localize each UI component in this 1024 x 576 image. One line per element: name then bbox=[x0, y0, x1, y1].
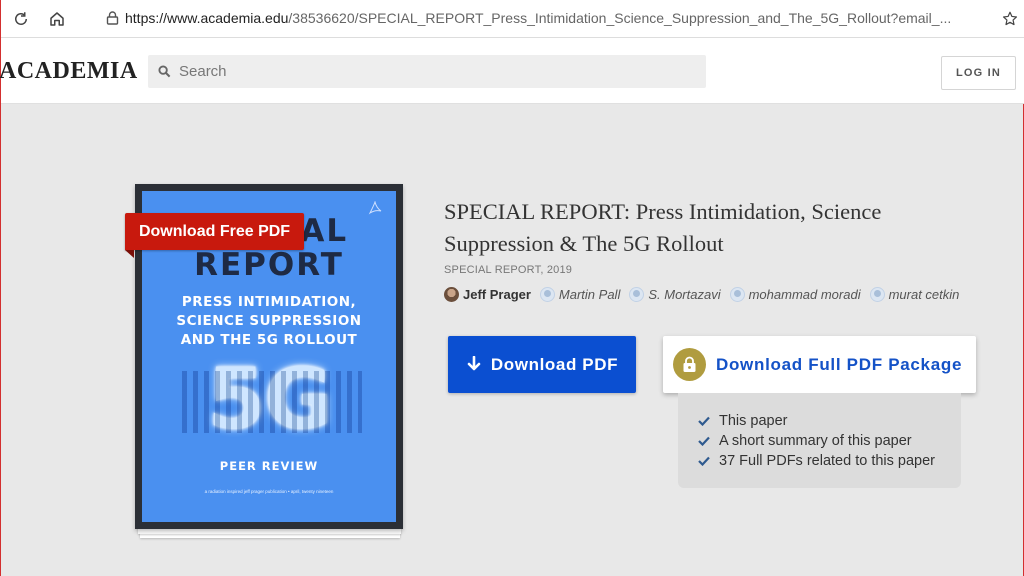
author-list: Jeff Prager Martin Pall S. Mortazavi moh… bbox=[444, 285, 968, 303]
url-path: /38536620/SPECIAL_REPORT_Press_Intimidat… bbox=[288, 10, 952, 26]
site-header: ACADEMIA LOG IN bbox=[0, 38, 1024, 104]
search-icon bbox=[156, 64, 172, 80]
avatar bbox=[729, 286, 745, 302]
download-pdf-label: Download PDF bbox=[490, 354, 619, 374]
list-item-label: A short summary of this paper bbox=[719, 433, 912, 449]
reload-icon[interactable] bbox=[8, 6, 34, 32]
login-button[interactable]: LOG IN bbox=[941, 56, 1016, 90]
paper-meta: SPECIAL REPORT, 2019 bbox=[444, 264, 573, 276]
cover-subtitle: PRESS INTIMIDATION, SCIENCE SUPPRESSION … bbox=[142, 293, 396, 350]
download-arrow-icon bbox=[466, 356, 482, 373]
download-package-label: Download Full PDF Package bbox=[716, 354, 963, 374]
avatar bbox=[539, 286, 555, 302]
avatar bbox=[869, 286, 885, 302]
cover-city-texture bbox=[182, 371, 362, 433]
check-icon bbox=[698, 456, 712, 466]
author-link[interactable]: murat cetkin bbox=[869, 286, 960, 302]
download-free-pdf-badge[interactable]: Download Free PDF bbox=[125, 213, 304, 250]
cover-subtitle-line: SCIENCE SUPPRESSION bbox=[176, 313, 362, 329]
search-bar[interactable] bbox=[148, 55, 706, 88]
author-name: Jeff Prager bbox=[463, 286, 531, 302]
url-host: https://www.academia.edu bbox=[125, 10, 289, 26]
author-name: S. Mortazavi bbox=[648, 286, 721, 302]
author-link[interactable]: Jeff Prager bbox=[444, 286, 531, 302]
author-name: Martin Pall bbox=[558, 286, 621, 302]
lock-icon[interactable] bbox=[99, 11, 125, 25]
academia-logo[interactable]: ACADEMIA bbox=[0, 58, 138, 85]
search-input[interactable] bbox=[179, 63, 679, 80]
avatar bbox=[444, 286, 459, 302]
cover-peer-review: PEER REVIEW bbox=[219, 459, 319, 473]
address-bar[interactable]: https://www.academia.edu/38536620/SPECIA… bbox=[93, 4, 993, 32]
cover-title-line2: REPORT bbox=[194, 247, 344, 283]
list-item: This paper bbox=[698, 411, 961, 431]
url-text: https://www.academia.edu/38536620/SPECIA… bbox=[125, 10, 975, 26]
author-link[interactable]: S. Mortazavi bbox=[629, 286, 721, 302]
home-icon[interactable] bbox=[44, 6, 70, 32]
bookmark-star-icon[interactable] bbox=[999, 8, 1021, 30]
browser-toolbar: https://www.academia.edu/38536620/SPECIA… bbox=[1, 0, 1024, 38]
download-pdf-button[interactable]: Download PDF bbox=[448, 336, 636, 393]
badge-fold bbox=[125, 250, 134, 258]
list-item-label: 37 Full PDFs related to this paper bbox=[719, 453, 935, 469]
check-icon bbox=[698, 436, 712, 446]
check-icon bbox=[698, 416, 712, 426]
list-item-label: This paper bbox=[719, 413, 788, 429]
cover-footer-text: a radiation inspired jeff prager publica… bbox=[204, 489, 334, 494]
paper-title: SPECIAL REPORT: Press Intimidation, Scie… bbox=[444, 199, 882, 256]
author-name: mohammad moradi bbox=[748, 286, 861, 302]
avatar bbox=[629, 286, 645, 302]
list-item: 37 Full PDFs related to this paper bbox=[698, 451, 961, 471]
author-name: murat cetkin bbox=[888, 286, 960, 302]
lock-icon bbox=[673, 348, 706, 381]
author-link[interactable]: Martin Pall bbox=[539, 286, 621, 302]
cover-subtitle-line: AND THE 5G ROLLOUT bbox=[180, 332, 358, 348]
package-contents-list: This paper A short summary of this paper… bbox=[678, 393, 961, 488]
author-link[interactable]: mohammad moradi bbox=[729, 286, 861, 302]
download-package-button[interactable]: Download Full PDF Package bbox=[663, 336, 976, 393]
cover-subtitle-line: PRESS INTIMIDATION, bbox=[181, 294, 357, 310]
list-item: A short summary of this paper bbox=[698, 431, 961, 451]
